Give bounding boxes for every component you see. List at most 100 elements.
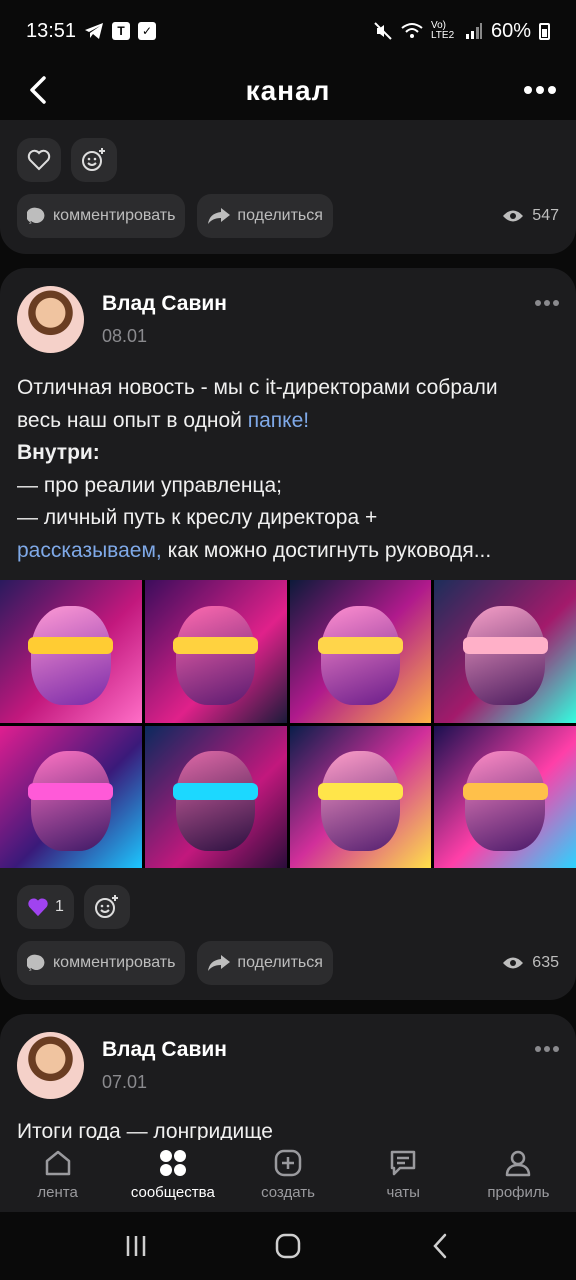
post-date: 07.01 [102, 1071, 148, 1092]
bottom-tab-bar: лента сообщества создать чаты профиль [0, 1140, 576, 1212]
gallery-image-face [320, 605, 401, 706]
gallery-image[interactable] [434, 725, 576, 868]
home-icon [45, 1150, 70, 1176]
eye-icon [503, 957, 524, 969]
share-button[interactable]: поделиться [197, 941, 333, 985]
home-circle-icon [275, 1233, 301, 1259]
comment-label: комментировать [53, 954, 176, 971]
post-card: Влад Савин 08.01 Отличная новость - мы с… [0, 268, 576, 1000]
tab-chats[interactable]: чаты [346, 1140, 461, 1212]
tab-profile[interactable]: профиль [461, 1140, 576, 1212]
post-text-bold: Внутри: [17, 441, 100, 464]
more-dot [553, 1046, 559, 1052]
post-text-line: Внутри: [17, 437, 556, 470]
gallery-image-face [320, 751, 401, 851]
battery-percent: 60% [490, 19, 531, 42]
post-header: Влад Савин 07.01 [17, 1030, 559, 1100]
action-row: комментировать поделиться 635 [17, 941, 559, 985]
post-more-button[interactable] [535, 300, 559, 306]
feed[interactable]: комментировать поделиться 547 Влад Савин… [0, 120, 576, 1140]
more-dot [535, 1046, 541, 1052]
back-button[interactable] [18, 70, 58, 110]
post-text-span: как можно достигнуть руководя... [161, 538, 492, 562]
share-icon [208, 955, 231, 971]
comment-button[interactable]: комментировать [17, 194, 186, 238]
post-text-line: рассказываем, как можно достигнуть руков… [17, 535, 556, 568]
author-name[interactable]: Влад Савин [102, 292, 227, 316]
gallery-image-glasses [462, 782, 548, 800]
reaction-row [17, 138, 117, 182]
gallery-image-glasses [173, 637, 259, 655]
like-button[interactable] [17, 138, 61, 182]
heart-icon [27, 149, 51, 171]
system-nav-bar [0, 1212, 576, 1280]
gallery-image[interactable] [434, 580, 576, 723]
back-nav-button[interactable] [410, 1221, 470, 1271]
plus-square-icon [274, 1149, 302, 1177]
reaction-count: 1 [55, 898, 64, 915]
more-dot [535, 300, 541, 306]
gallery-image-face [31, 605, 111, 706]
heart-reaction-button[interactable]: 1 [17, 885, 74, 929]
gallery-image-glasses [462, 637, 548, 655]
mute-icon [374, 22, 392, 40]
gallery-image[interactable] [0, 580, 142, 723]
tab-label: сообщества [130, 1184, 215, 1201]
views-counter: 547 [502, 207, 559, 225]
check-app-icon: ✓ [138, 22, 157, 40]
gallery-image-glasses [28, 637, 114, 655]
gallery-image-face [31, 751, 111, 851]
purple-heart-icon [28, 898, 48, 917]
battery-icon [539, 22, 550, 40]
author-block: Влад Савин 07.01 [102, 1038, 227, 1093]
share-icon [208, 208, 231, 224]
recent-apps-button[interactable] [106, 1221, 166, 1271]
home-nav-button[interactable] [258, 1221, 318, 1271]
share-label: поделиться [237, 954, 323, 971]
post-card: комментировать поделиться 547 [0, 120, 576, 254]
post-text-span: весь наш опыт в одной [17, 408, 248, 432]
comment-icon [27, 207, 45, 224]
post-more-button[interactable] [535, 1046, 559, 1052]
gallery-image-glasses [317, 637, 403, 655]
tab-feed[interactable]: лента [0, 1140, 115, 1212]
gallery-image-face [175, 751, 256, 851]
t-app-icon: T [112, 22, 131, 40]
share-button[interactable]: поделиться [197, 194, 333, 238]
tell-link[interactable]: рассказываем, [17, 539, 162, 562]
avatar[interactable] [17, 1031, 84, 1099]
chat-icon [390, 1150, 416, 1176]
gallery-image-face [465, 751, 545, 851]
views-count: 547 [532, 207, 559, 224]
comment-icon [27, 954, 45, 971]
gallery-image[interactable] [0, 725, 142, 868]
comment-label: комментировать [53, 207, 176, 224]
share-label: поделиться [237, 207, 323, 224]
image-gallery[interactable] [0, 580, 576, 868]
more-button[interactable] [520, 70, 560, 110]
telegram-icon [85, 23, 104, 39]
more-dot [544, 1046, 550, 1052]
comment-button[interactable]: комментировать [17, 941, 186, 985]
gallery-image[interactable] [144, 725, 287, 868]
tab-communities[interactable]: сообщества [115, 1140, 230, 1212]
add-reaction-button[interactable] [83, 885, 130, 929]
post-text-line: весь наш опыт в одной папке! [17, 405, 556, 438]
post-text-line: Отличная новость - мы с it-директорами с… [17, 376, 498, 399]
tab-create[interactable]: создать [230, 1140, 345, 1212]
gallery-image-glasses [173, 782, 259, 800]
post-date: 08.01 [102, 325, 148, 346]
action-row: комментировать поделиться 547 [17, 194, 559, 238]
more-dot [524, 86, 532, 94]
gallery-image[interactable] [144, 580, 287, 723]
folder-link[interactable]: папке! [248, 409, 309, 432]
avatar[interactable] [17, 285, 84, 353]
views-count: 635 [532, 954, 559, 971]
more-dot [544, 300, 550, 306]
communities-icon [159, 1150, 186, 1176]
author-name[interactable]: Влад Савин [102, 1038, 227, 1062]
gallery-image[interactable] [289, 725, 432, 868]
post-text-line: — про реалии управленца; [17, 473, 282, 497]
gallery-image[interactable] [289, 580, 432, 723]
add-reaction-button[interactable] [71, 138, 117, 182]
